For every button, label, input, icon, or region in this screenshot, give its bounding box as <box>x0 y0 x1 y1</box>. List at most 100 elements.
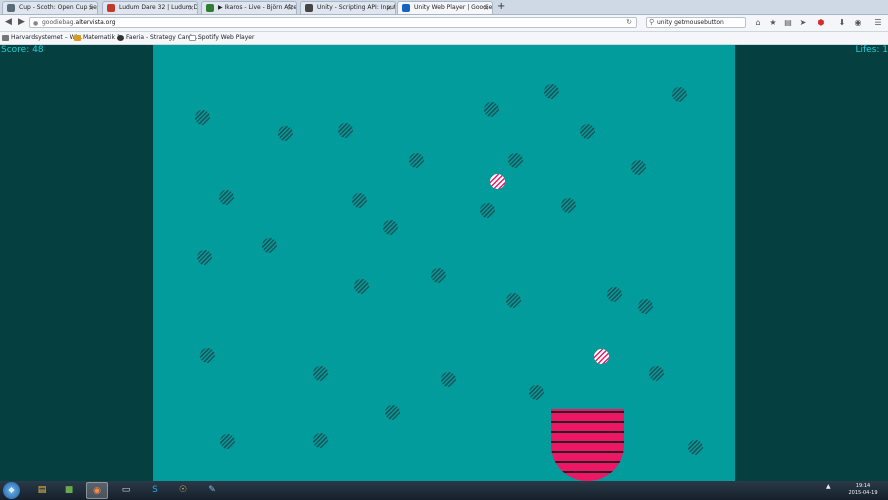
unity-icon[interactable]: ☉ <box>172 482 194 499</box>
falling-ball <box>688 440 703 455</box>
paint-icon[interactable]: ✎ <box>201 482 223 499</box>
download-icon[interactable]: ⬇ <box>836 17 848 29</box>
falling-ball <box>631 160 646 175</box>
score-label: Score: 48 <box>1 45 44 55</box>
home-icon[interactable]: ⌂ <box>752 17 764 29</box>
falling-ball <box>607 287 622 302</box>
navigation-bar: ◀ ▶ ● goodiebag.altervista.org ↻ ⚲ unity… <box>0 15 888 32</box>
close-tab-icon[interactable]: × <box>88 2 94 14</box>
tab-2[interactable]: Ludum Dare 32 | Ludum D... × <box>102 1 198 14</box>
adblock-icon[interactable]: ⬢ <box>815 17 827 29</box>
falling-ball <box>441 372 456 387</box>
falling-ball <box>484 102 499 117</box>
falling-ball <box>313 433 328 448</box>
falling-ball <box>580 124 595 139</box>
url-prefix: goodiebag. <box>42 19 76 26</box>
tab-1[interactable]: Cup - Scoth: Open Cup Ser... × <box>2 1 98 14</box>
search-icon: ⚲ <box>649 18 655 26</box>
falling-ball <box>561 198 576 213</box>
cup-stripe <box>551 411 624 413</box>
file-explorer-icon[interactable]: ▤ <box>31 482 53 499</box>
lives-label: Lifes: 1 <box>855 45 888 55</box>
search-input[interactable]: ⚲ unity getmousebutton <box>646 17 746 28</box>
falling-ball <box>529 385 544 400</box>
tab-label: Unity - Scripting API: Input... <box>317 4 396 11</box>
falling-ball <box>480 203 495 218</box>
active-ball <box>490 174 505 189</box>
tab-favicon <box>107 4 115 12</box>
bookmark-label: Matematik 1 <box>83 34 121 41</box>
tab-label: Unity Web Player | Goodie ... <box>414 4 493 11</box>
clock-date: 2015-04-19 <box>848 490 878 496</box>
forward-icon[interactable]: ▶ <box>16 17 27 28</box>
bookmark-label: Spotify Web Player <box>198 34 255 41</box>
chat-icon[interactable]: ◉ <box>852 17 864 29</box>
falling-ball <box>278 126 293 141</box>
address-bar[interactable]: ● goodiebag.altervista.org ↻ <box>29 17 637 28</box>
cup-stripe <box>551 451 624 453</box>
falling-ball <box>508 153 523 168</box>
falling-ball <box>649 366 664 381</box>
tab-3[interactable]: ▶ Ikaros - Live - Björn Afze... × <box>201 1 297 14</box>
tab-5[interactable]: Unity Web Player | Goodie ... × <box>397 1 493 14</box>
falling-ball <box>431 268 446 283</box>
falling-ball <box>195 110 210 125</box>
falling-ball <box>638 299 653 314</box>
cup-stripe <box>551 421 624 423</box>
bookmark-faeria[interactable]: Faeria - Strategy Card ... <box>117 32 199 44</box>
tab-label: Ludum Dare 32 | Ludum D... <box>119 4 198 11</box>
back-icon[interactable]: ◀ <box>3 17 14 28</box>
bookmark-label: Harvardsystemet – Wi... <box>11 34 83 41</box>
tab-favicon <box>206 4 214 12</box>
close-tab-icon[interactable]: × <box>287 2 293 14</box>
minecraft-icon[interactable]: ■ <box>58 482 80 499</box>
globe-icon: ● <box>33 20 39 27</box>
bookmark-spotify[interactable]: Spotify Web Player <box>189 32 254 44</box>
unity-web-player[interactable]: Score: 48 Lifes: 1 <box>0 45 888 481</box>
tab-label: Cup - Scoth: Open Cup Ser... <box>19 4 98 11</box>
new-tab-button[interactable]: + <box>497 1 505 13</box>
tray-arrow-icon[interactable]: ▲ <box>826 483 831 490</box>
reload-icon[interactable]: ↻ <box>626 18 632 27</box>
active-ball <box>594 349 609 364</box>
bookmark-matematik[interactable]: Matematik 1 <box>74 32 121 44</box>
playfield[interactable] <box>153 45 735 481</box>
menu-icon[interactable]: ☰ <box>872 17 884 29</box>
falling-ball <box>383 220 398 235</box>
bookmark-harvardsystemet[interactable]: Harvardsystemet – Wi... <box>2 32 83 44</box>
system-clock[interactable]: 19:14 2015-04-19 <box>845 483 881 497</box>
cup-stripe <box>551 441 624 443</box>
cup-stripe <box>551 431 624 433</box>
folder-icon <box>74 35 81 41</box>
close-tab-icon[interactable]: × <box>188 2 194 14</box>
falling-ball <box>352 193 367 208</box>
start-button[interactable]: ❖ <box>3 482 20 499</box>
falling-ball <box>262 238 277 253</box>
catch-cup[interactable] <box>551 409 624 481</box>
tab-strip: Cup - Scoth: Open Cup Ser... × Ludum Dare … <box>0 0 888 15</box>
clipboard-icon[interactable]: ▤ <box>782 17 794 29</box>
falling-ball <box>672 87 687 102</box>
close-tab-icon[interactable]: × <box>386 2 392 14</box>
cup-stripe <box>551 471 624 473</box>
url-domain: altervista.org <box>75 19 116 26</box>
bookmarks-bar: Harvardsystemet – Wi... Matematik 1 Faer… <box>0 32 888 45</box>
taskbar: ❖ ▤ ■ ◉ ▭ S ☉ ✎ ▲ 19:14 2015-04-19 <box>0 481 888 500</box>
tab-label: ▶ Ikaros - Live - Björn Afze... <box>218 4 297 11</box>
falling-ball <box>506 293 521 308</box>
falling-ball <box>409 153 424 168</box>
skype-icon[interactable]: S <box>144 482 166 499</box>
falling-ball <box>197 250 212 265</box>
falling-ball <box>354 279 369 294</box>
terminal-icon[interactable]: ▭ <box>115 482 137 499</box>
clock-time: 19:14 <box>855 483 871 489</box>
tab-favicon <box>7 4 15 12</box>
falling-ball <box>200 348 215 363</box>
firefox-icon[interactable]: ◉ <box>86 482 108 499</box>
cup-stripe <box>551 461 624 463</box>
tab-favicon <box>402 4 410 12</box>
bookmark-star-icon[interactable]: ★ <box>767 17 779 29</box>
close-tab-icon[interactable]: × <box>483 2 489 14</box>
tab-4[interactable]: Unity - Scripting API: Input... × <box>300 1 396 14</box>
send-icon[interactable]: ➤ <box>797 17 809 29</box>
